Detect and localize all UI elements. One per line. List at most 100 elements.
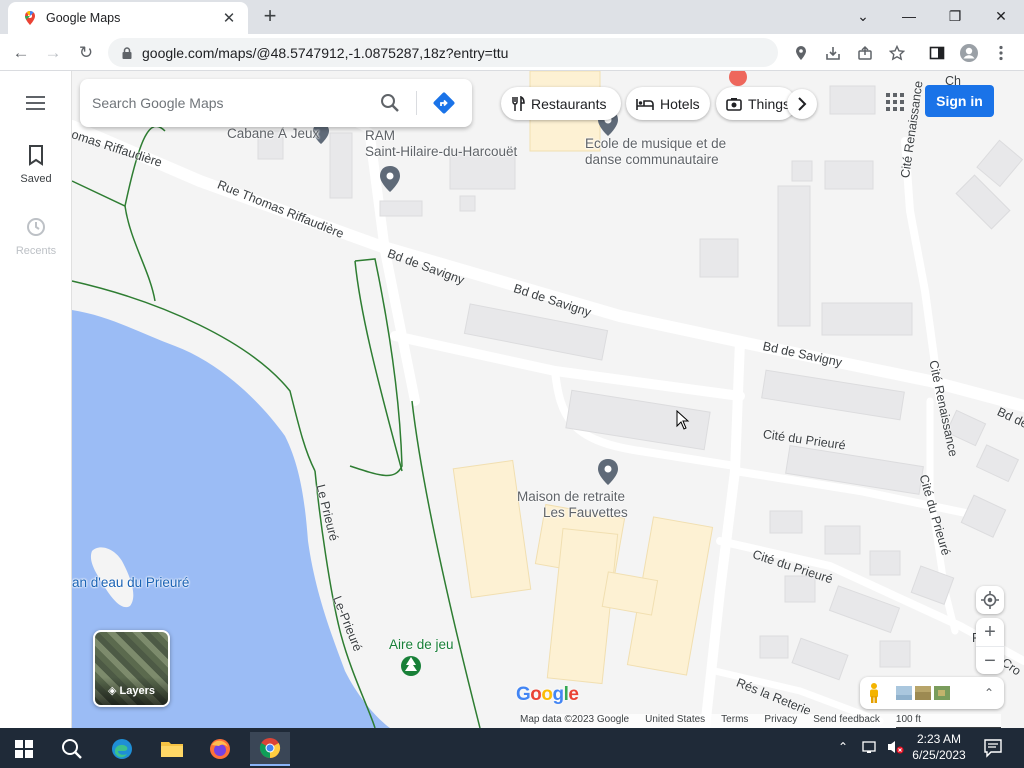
notifications-icon[interactable]: [983, 738, 1003, 763]
back-button[interactable]: ←: [8, 40, 34, 66]
url-text: google.com/maps/@48.5747912,-1.0875287,1…: [142, 44, 509, 61]
location-icon[interactable]: [790, 42, 812, 64]
taskbar-chrome[interactable]: [250, 732, 290, 766]
place-ecole-line1[interactable]: Ecole de musique et de: [585, 136, 726, 152]
taskbar-edge[interactable]: [102, 732, 142, 766]
chip-things-to-do[interactable]: Things: [716, 87, 796, 120]
footer-terms[interactable]: Terms: [721, 714, 748, 728]
search-box: [80, 79, 472, 127]
place-cabane-a-jeux[interactable]: Cabane À Jeux: [227, 126, 319, 142]
taskbar-file-explorer[interactable]: [152, 732, 192, 766]
place-plan-eau[interactable]: an d'eau du Prieuré: [72, 575, 189, 591]
share-icon[interactable]: [854, 42, 876, 64]
lock-icon: [120, 46, 134, 60]
map-footer: Map data ©2023 Google United States Term…: [520, 714, 1001, 728]
history-icon: [27, 218, 45, 236]
footer-map-data[interactable]: Map data ©2023 Google: [520, 714, 629, 728]
tray-chevron-icon[interactable]: ⌃: [838, 740, 848, 754]
my-location-button[interactable]: [976, 586, 1004, 614]
windows-taskbar: ⌃ 2:23 AM 6/25/2023: [0, 728, 1024, 768]
footer-country[interactable]: United States: [645, 714, 705, 728]
left-rail: Saved Recents: [0, 71, 72, 728]
rail-saved[interactable]: Saved: [0, 143, 72, 185]
clock-date: 6/25/2023: [912, 748, 966, 762]
place-ecole-line2[interactable]: danse communautaire: [585, 152, 719, 168]
profile-avatar-icon[interactable]: [958, 42, 980, 64]
imagery-thumbnails[interactable]: [896, 686, 950, 700]
edge-icon: [112, 739, 132, 759]
browser-tab[interactable]: Google Maps ✕: [8, 2, 248, 34]
google-maps-app: Cabane À Jeux RAM Saint-Hilaire-du-Harco…: [0, 71, 1024, 728]
windows-logo-icon: [15, 740, 33, 758]
imagery-panel: ⌃: [860, 677, 1004, 709]
bookmark-icon: [29, 145, 43, 166]
taskbar-firefox[interactable]: [200, 732, 240, 766]
reload-button[interactable]: ↻: [73, 40, 99, 66]
tab-title: Google Maps: [46, 11, 121, 25]
firefox-icon: [210, 739, 230, 759]
chip-hotels[interactable]: Hotels: [626, 87, 710, 120]
chrome-menu-icon[interactable]: [990, 42, 1012, 64]
pegman-icon[interactable]: [866, 682, 882, 704]
address-bar: ← → ↻ google.com/maps/@48.5747912,-1.087…: [0, 34, 1024, 71]
zoom-out-button[interactable]: −: [976, 646, 1004, 674]
install-icon[interactable]: [822, 42, 844, 64]
chips-next-button[interactable]: [787, 89, 817, 119]
start-button[interactable]: [4, 732, 44, 766]
browser-tab-bar: Google Maps ✕ + ⌄ — ❐ ✕: [0, 0, 1024, 34]
chip-restaurants-label: Restaurants: [531, 95, 607, 112]
imagery-thumb-2-icon[interactable]: [915, 686, 931, 700]
zoom-in-button[interactable]: +: [976, 618, 1004, 646]
taskbar-search-button[interactable]: [52, 732, 92, 766]
restaurant-icon: [512, 95, 525, 111]
chip-hotels-label: Hotels: [660, 95, 700, 112]
layers-button[interactable]: ◈ Layers: [93, 630, 170, 707]
imagery-thumb-1-icon[interactable]: [896, 686, 912, 700]
footer-privacy[interactable]: Privacy: [764, 714, 797, 728]
sign-in-button[interactable]: Sign in: [925, 85, 994, 117]
expand-imagery-icon[interactable]: ⌃: [984, 686, 994, 700]
search-divider: [416, 91, 417, 115]
camera-icon: [726, 97, 742, 111]
rail-recents[interactable]: Recents: [0, 215, 72, 257]
layers-label: Layers: [119, 685, 155, 697]
place-ram-line1[interactable]: RAM: [365, 128, 395, 144]
google-maps-favicon-icon: [22, 10, 38, 26]
bookmark-star-icon[interactable]: [886, 42, 908, 64]
chevron-right-icon: [798, 97, 807, 111]
chip-restaurants[interactable]: Restaurants: [501, 87, 621, 120]
chrome-icon: [259, 738, 281, 759]
taskbar-clock[interactable]: 2:23 AM 6/25/2023: [900, 731, 978, 763]
clock-time: 2:23 AM: [916, 732, 962, 746]
imagery-thumb-3-icon[interactable]: [934, 686, 950, 700]
close-window-button[interactable]: ✕: [984, 4, 1018, 28]
layers-icon: ◈: [108, 685, 120, 697]
new-tab-button[interactable]: +: [258, 4, 282, 30]
zoom-controls: + −: [976, 618, 1004, 674]
maximize-button[interactable]: ❐: [938, 4, 972, 28]
omnibox[interactable]: google.com/maps/@48.5747912,-1.0875287,1…: [108, 38, 778, 67]
folder-icon: [161, 742, 183, 757]
mouse-cursor-icon: [676, 410, 690, 430]
hotel-icon: [636, 98, 654, 110]
google-apps-icon[interactable]: [885, 92, 905, 112]
footer-scale[interactable]: 100 ft: [895, 714, 1001, 728]
place-aire-de-jeu[interactable]: Aire de jeu: [389, 637, 454, 653]
directions-icon[interactable]: [432, 91, 456, 115]
rail-recents-label: Recents: [15, 245, 57, 257]
my-location-icon: [981, 591, 999, 609]
place-maison-line1[interactable]: Maison de retraite: [517, 489, 625, 505]
place-ram-line2[interactable]: Saint-Hilaire-du-Harcouët: [365, 144, 517, 160]
minimize-button[interactable]: —: [892, 4, 926, 28]
side-panel-icon[interactable]: [926, 42, 948, 64]
menu-icon[interactable]: [24, 93, 48, 113]
tab-search-icon[interactable]: ⌄: [846, 4, 880, 28]
forward-button[interactable]: →: [40, 40, 66, 66]
search-icon[interactable]: [378, 91, 402, 115]
footer-feedback[interactable]: Send feedback: [813, 714, 880, 728]
tab-close-icon[interactable]: ✕: [220, 9, 238, 27]
search-input[interactable]: [92, 88, 352, 118]
google-logo: Google: [516, 684, 579, 705]
place-maison-line2[interactable]: Les Fauvettes: [543, 505, 628, 521]
network-icon[interactable]: [862, 739, 878, 760]
